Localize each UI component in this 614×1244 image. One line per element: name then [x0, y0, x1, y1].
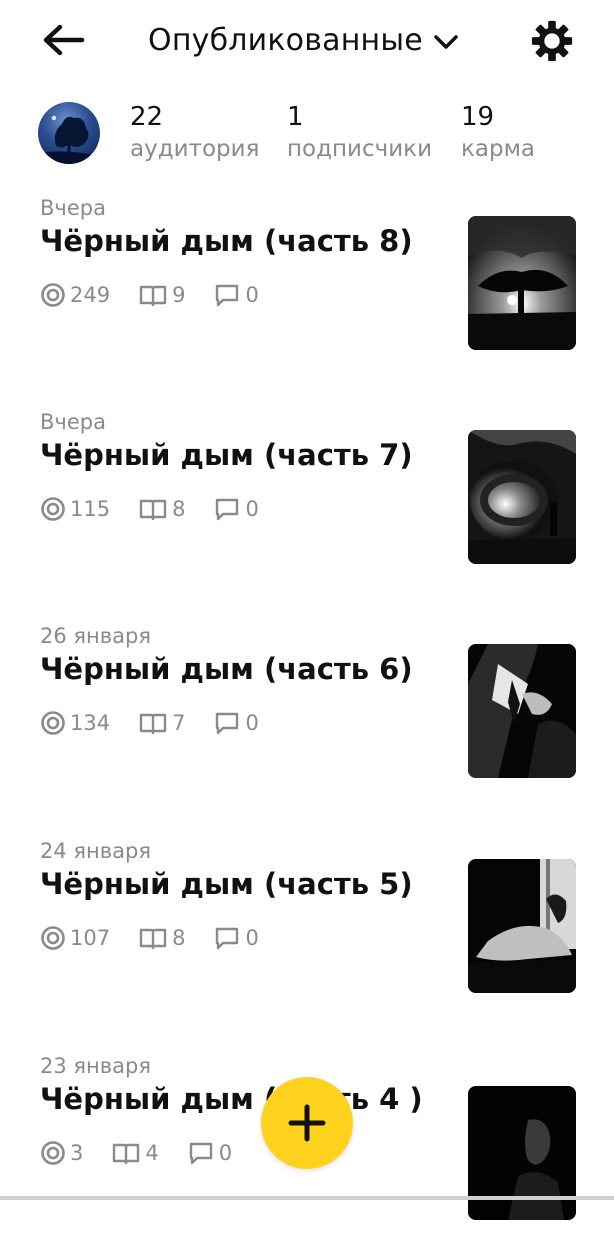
- comments-metric: 0: [213, 925, 259, 951]
- reads-count: 9: [172, 283, 186, 307]
- comment-bubble-icon: [216, 498, 239, 521]
- post-title: Чёрный дым (часть 7): [40, 438, 413, 472]
- comment-bubble-icon: [216, 927, 239, 950]
- post-thumbnail: [468, 430, 576, 564]
- comments-count: 0: [245, 283, 259, 307]
- plus-icon: [288, 1104, 326, 1142]
- views-count: 107: [70, 926, 111, 950]
- chevron-down-icon: [434, 35, 458, 49]
- post-date: Вчера: [40, 196, 106, 220]
- profile-summary: 22 аудитория 1 подписчики 19 карма: [0, 98, 614, 168]
- comments-metric: 0: [187, 1140, 232, 1166]
- stat-value: 22: [130, 102, 164, 132]
- reads-count: 8: [172, 497, 186, 521]
- views-metric: 115: [40, 496, 110, 522]
- arrow-left-icon: [43, 24, 85, 56]
- reads-metric: 4: [111, 1141, 159, 1165]
- post-item[interactable]: Вчера Чёрный дым (часть 7) 115 8 0: [0, 410, 614, 600]
- reads-count: 7: [172, 711, 186, 735]
- open-book-icon: [139, 285, 167, 307]
- post-item[interactable]: 26 января Чёрный дым (часть 6) 134 7 0: [0, 624, 614, 814]
- post-thumbnail: [468, 859, 576, 993]
- avatar[interactable]: [38, 102, 100, 164]
- post-date: Вчера: [40, 410, 106, 434]
- comments-metric: 0: [213, 496, 259, 522]
- post-metrics: 3 4 0: [40, 1140, 260, 1166]
- comment-bubble-icon: [189, 1142, 212, 1165]
- views-metric: 107: [40, 925, 110, 951]
- comments-metric: 0: [213, 282, 259, 308]
- post-metrics: 134 7 0: [40, 710, 287, 736]
- settings-button[interactable]: [528, 18, 576, 64]
- open-book-icon: [139, 499, 167, 521]
- reads-metric: 9: [138, 283, 185, 307]
- post-date: 23 января: [40, 1054, 151, 1078]
- comments-count: 0: [245, 711, 259, 735]
- views-metric: 249: [40, 282, 110, 308]
- comment-bubble-icon: [216, 284, 239, 307]
- comments-metric: 0: [213, 710, 259, 736]
- eye-circle-icon: [41, 1141, 65, 1165]
- comments-count: 0: [218, 1141, 233, 1165]
- stat-subscribers[interactable]: 1 подписчики: [287, 100, 432, 164]
- eye-circle-icon: [41, 711, 65, 735]
- open-book-icon: [139, 713, 167, 735]
- eye-circle-icon: [41, 926, 65, 950]
- gear-icon: [531, 20, 573, 62]
- bottom-edge: [0, 1196, 614, 1200]
- views-metric: 3: [40, 1140, 83, 1166]
- post-metrics: 249 9 0: [40, 282, 287, 308]
- add-post-button[interactable]: [261, 1077, 353, 1169]
- views-count: 115: [70, 497, 111, 521]
- reads-metric: 8: [138, 926, 185, 950]
- post-date: 26 января: [40, 624, 151, 648]
- comment-bubble-icon: [216, 712, 239, 735]
- stat-label: подписчики: [287, 136, 433, 162]
- stat-audience: 22 аудитория: [130, 100, 259, 164]
- comments-count: 0: [245, 926, 259, 950]
- post-metrics: 107 8 0: [40, 925, 287, 951]
- stat-karma: 19 карма: [461, 100, 535, 164]
- views-count: 134: [70, 711, 111, 735]
- reads-count: 4: [145, 1141, 159, 1165]
- reads-metric: 8: [138, 497, 185, 521]
- post-title: Чёрный дым (часть 5): [40, 867, 413, 901]
- post-item[interactable]: 24 января Чёрный дым (часть 5) 107 8 0: [0, 839, 614, 1029]
- stat-value: 19: [461, 102, 495, 132]
- views-count: 249: [70, 283, 111, 307]
- avatar-image: [38, 115, 100, 164]
- comments-count: 0: [245, 497, 259, 521]
- reads-metric: 7: [138, 711, 185, 735]
- views-metric: 134: [40, 710, 110, 736]
- eye-circle-icon: [41, 497, 65, 521]
- open-book-icon: [113, 1143, 140, 1165]
- post-title: Чёрный дым (часть 4 ): [40, 1082, 423, 1116]
- back-button[interactable]: [40, 20, 88, 60]
- views-count: 3: [70, 1141, 84, 1165]
- eye-circle-icon: [41, 283, 65, 307]
- stat-label: аудитория: [130, 136, 260, 162]
- post-thumbnail: [468, 216, 576, 350]
- filter-dropdown[interactable]: Опубликованные: [148, 18, 459, 62]
- post-title: Чёрный дым (часть 6): [40, 652, 413, 686]
- post-metrics: 115 8 0: [40, 496, 287, 522]
- post-date: 24 января: [40, 839, 151, 863]
- page-title: Опубликованные: [148, 22, 423, 58]
- stat-value: 1: [287, 102, 304, 132]
- post-title: Чёрный дым (часть 8): [40, 224, 413, 258]
- post-item[interactable]: Вчера Чёрный дым (часть 8) 249 9 0: [0, 196, 614, 386]
- stat-label: карма: [461, 136, 536, 162]
- post-thumbnail: [468, 644, 576, 778]
- reads-count: 8: [172, 926, 186, 950]
- top-bar: Опубликованные: [0, 0, 614, 82]
- open-book-icon: [139, 928, 167, 950]
